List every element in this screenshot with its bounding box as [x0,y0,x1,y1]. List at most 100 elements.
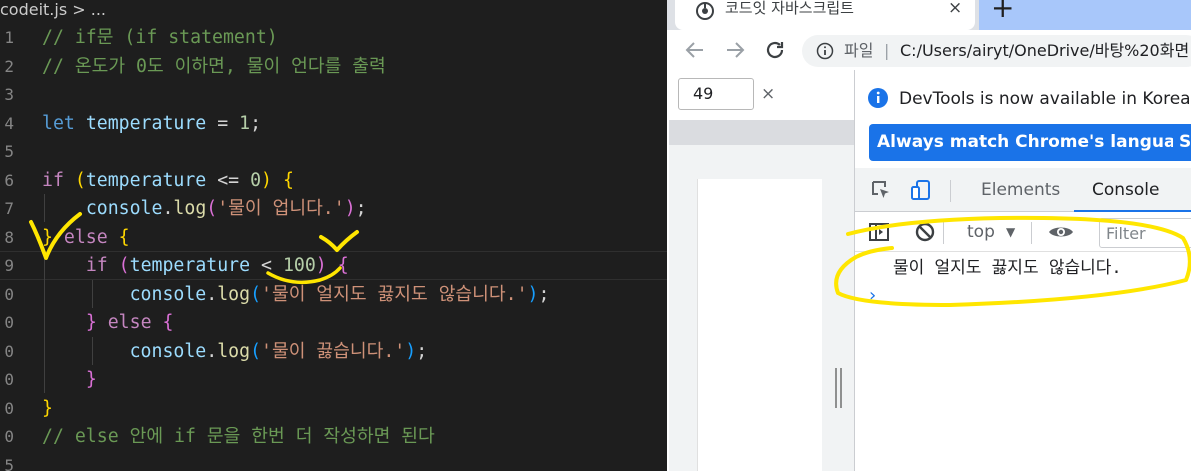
keyword: if [85,255,108,276]
string: '물이 업니다.' [217,198,345,219]
always-match-language-button[interactable]: Always match Chrome's language [869,124,1191,161]
dimension-times-label: × [761,84,776,104]
code-line[interactable]: // if문 (if statement) [42,24,667,53]
tab-elements[interactable]: Elements [981,168,1060,212]
code-line[interactable]: console.log('물이 얼지도 끓지도 않습니다.'); [42,281,667,310]
comment: // else [42,426,130,447]
operator: = [206,112,240,134]
device-toggle-icon[interactable] [909,178,933,202]
line-number: 5 [4,142,14,161]
code-line[interactable]: if (temperature <= 0) { [42,167,667,196]
object: console [129,283,207,305]
line-number: 0 [4,398,14,418]
code-line[interactable]: // else 안에 if 문을 한번 더 작성하면 된다 [42,423,667,452]
operator: < [250,255,283,276]
console-prompt-icon[interactable]: › [869,286,876,306]
reload-icon[interactable] [763,38,787,62]
keyword: if [42,169,64,191]
infobar-actions: Always match Chrome's language S [855,116,1191,168]
browser-window: 코드잇 자바스크립트 × + 파일 | C:/Users/airyt/OneDr… [667,0,1191,471]
line-number: 5 [4,455,14,471]
comment: 안에 [129,426,175,447]
function: log [173,198,207,219]
line-number: 4 [4,113,14,133]
object: console [85,198,163,219]
plus-icon[interactable]: + [991,0,1014,22]
switch-language-button[interactable]: S [1173,124,1191,161]
line-number: 6 [4,170,14,190]
line-number: 8 [4,227,14,247]
line-number: 2 [4,56,14,76]
code-line[interactable]: // 온도가 0도 이하면, 물이 언다를 출력 [42,53,667,82]
back-arrow-icon[interactable] [683,38,707,62]
comment: // 온도가 0도 이하면, 물이 언다를 출력 [42,55,386,77]
toolbar-separator [943,222,944,244]
line-number: 1 [4,28,14,47]
eye-icon[interactable] [1047,220,1075,244]
function: log [217,283,251,305]
line-number: 9 [4,256,14,275]
line-number: 0 [4,341,14,361]
devtools-tabbar: Elements Console [855,168,1191,212]
comment: 문을 한번 더 작성하면 된다 [206,426,435,447]
chrome-favicon [696,2,714,20]
number: 1 [239,112,251,134]
page-viewport: 49 × [667,70,854,471]
comment: // if문 (if statement) [42,27,278,48]
omnibox-separator: | [884,41,890,60]
console-output[interactable]: 물이 얼지도 끓지도 않습니다. › [855,252,1191,471]
filter-placeholder: Filter [1106,224,1146,243]
device-width-input[interactable]: 49 [678,78,754,110]
url-text[interactable]: C:/Users/airyt/OneDrive/바탕%20화면 [900,41,1189,61]
code-line[interactable]: let temperature = 1; [42,110,667,139]
forward-arrow-icon[interactable] [723,38,747,62]
browser-toolbar: 파일 | C:/Users/airyt/OneDrive/바탕%20화면 [667,30,1191,70]
code-line[interactable]: } else { [42,309,667,338]
new-tab-area: + [979,0,1191,30]
comment: if [174,426,207,447]
line-number: 0 [4,284,14,304]
browser-tab[interactable]: 코드잇 자바스크립트 × [675,0,975,30]
code-line[interactable]: } [42,395,667,424]
code-line[interactable]: } else { [42,224,667,253]
emulated-page[interactable] [697,179,822,471]
code-editor[interactable]: codeit.js > ... 1 2 3 4 5 6 7 8 9 0 0 0 … [0,0,667,471]
clear-console-icon[interactable] [913,220,937,244]
toolbar-separator [1031,222,1032,244]
function: log [217,340,251,362]
string: '물이 끓습니다.' [261,340,406,362]
code-line[interactable]: } [42,366,667,395]
address-bar[interactable]: 파일 | C:/Users/airyt/OneDrive/바탕%20화면 [802,35,1191,67]
scheme-label: 파일 [844,41,874,60]
code-line[interactable]: console.log('물이 끓습니다.'); [42,338,667,367]
semicolon: ; [250,112,262,134]
operator: <= [206,169,251,191]
console-toolbar: top ▼ Filter [855,212,1191,252]
number: 100 [282,255,316,276]
breadcrumb[interactable]: codeit.js > ... [0,0,106,22]
sidebar-toggle-icon[interactable] [867,220,891,244]
tab-strip: 코드잇 자바스크립트 × + [667,0,1191,30]
devtools-panel: DevTools is now available in Korean Alwa… [854,70,1191,471]
line-number: 0 [4,313,14,332]
code-line[interactable]: if (temperature < 100) { [42,252,667,281]
filter-input[interactable]: Filter [1099,218,1191,248]
info-circle-icon[interactable] [816,42,834,60]
chevron-down-icon[interactable]: ▼ [1006,222,1015,242]
code-line[interactable]: console.log('물이 업니다.'); [42,195,667,224]
console-log-message: 물이 얼지도 끓지도 않습니다. [893,258,1122,278]
inspect-element-icon[interactable] [869,178,893,202]
splitter-handle[interactable] [833,368,845,408]
keyword: let [42,112,75,134]
number: 0 [250,169,262,191]
keyword: else [63,226,108,248]
tab-console[interactable]: Console [1074,168,1191,212]
line-number: 0 [4,427,14,446]
variable: temperature [85,169,207,191]
infobar-message: DevTools is now available in Korean [899,89,1191,109]
context-selector[interactable]: top [967,222,995,242]
info-circle-icon [868,88,888,108]
line-number: 7 [4,199,14,218]
close-icon[interactable]: × [948,0,962,17]
variable: temperature [85,112,207,134]
